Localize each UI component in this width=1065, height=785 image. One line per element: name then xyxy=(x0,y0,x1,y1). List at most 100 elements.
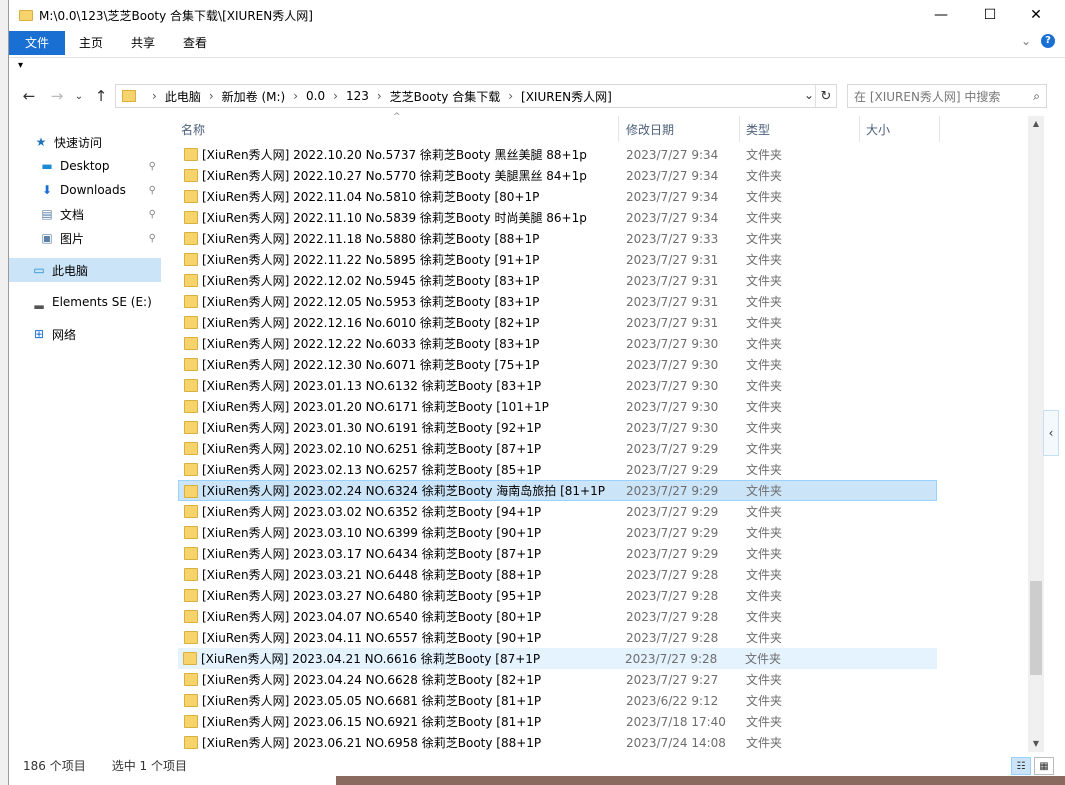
column-divider[interactable] xyxy=(618,116,619,142)
pin-icon[interactable]: ⚲ xyxy=(149,161,156,172)
file-name[interactable]: [XiuRen秀人网] 2022.12.16 No.6010 徐莉芝Booty … xyxy=(202,314,539,331)
file-name[interactable]: [XiuRen秀人网] 2022.11.10 No.5839 徐莉芝Booty … xyxy=(202,209,587,226)
scroll-up-icon[interactable]: ▲ xyxy=(1028,116,1044,132)
file-name[interactable]: [XiuRen秀人网] 2023.01.13 NO.6132 徐莉芝Booty … xyxy=(202,377,541,394)
recent-locations-button[interactable]: ⌄ xyxy=(69,86,89,106)
table-row[interactable]: [XiuRen秀人网] 2022.12.02 No.5945 徐莉芝Booty … xyxy=(169,270,1043,291)
file-name[interactable]: [XiuRen秀人网] 2022.11.22 No.5895 徐莉芝Booty … xyxy=(202,251,539,268)
table-row[interactable]: [XiuRen秀人网] 2022.11.22 No.5895 徐莉芝Booty … xyxy=(169,249,1043,270)
file-name[interactable]: [XiuRen秀人网] 2023.02.10 NO.6251 徐莉芝Booty … xyxy=(202,440,541,457)
file-name[interactable]: [XiuRen秀人网] 2022.12.30 No.6071 徐莉芝Booty … xyxy=(202,356,539,373)
search-input[interactable]: 在 [XIUREN秀人网] 中搜索 ⌕ xyxy=(847,84,1047,108)
table-row[interactable]: [XiuRen秀人网] 2023.04.11 NO.6557 徐莉芝Booty … xyxy=(169,627,1043,648)
pin-icon[interactable]: ⚲ xyxy=(149,185,156,196)
file-name[interactable]: [XiuRen秀人网] 2023.03.27 NO.6480 徐莉芝Booty … xyxy=(202,587,541,604)
file-name[interactable]: [XiuRen秀人网] 2022.11.18 No.5880 徐莉芝Booty … xyxy=(202,230,539,247)
file-name[interactable]: [XiuRen秀人网] 2022.10.20 No.5737 徐莉芝Booty … xyxy=(202,146,587,163)
forward-button[interactable]: → xyxy=(47,86,67,106)
file-name[interactable]: [XiuRen秀人网] 2023.01.30 NO.6191 徐莉芝Booty … xyxy=(202,419,541,436)
table-row[interactable]: [XiuRen秀人网] 2022.12.16 No.6010 徐莉芝Booty … xyxy=(169,312,1043,333)
column-header-type[interactable]: 类型 xyxy=(746,116,770,142)
breadcrumb-separator-icon[interactable]: › xyxy=(369,89,390,103)
file-name[interactable]: [XiuRen秀人网] 2023.04.07 NO.6540 徐莉芝Booty … xyxy=(202,608,541,625)
table-row[interactable]: [XiuRen秀人网] 2023.03.10 NO.6399 徐莉芝Booty … xyxy=(169,522,1043,543)
file-name[interactable]: [XiuRen秀人网] 2023.02.24 NO.6324 徐莉芝Booty … xyxy=(202,482,605,499)
sidebar-item[interactable]: ▣ 图片 ⚲ xyxy=(9,226,161,250)
breadcrumb-separator-icon[interactable]: › xyxy=(285,89,306,103)
table-row[interactable]: [XiuRen秀人网] 2022.10.27 No.5770 徐莉芝Booty … xyxy=(169,165,1043,186)
file-name[interactable]: [XiuRen秀人网] 2023.04.11 NO.6557 徐莉芝Booty … xyxy=(202,629,541,646)
file-name[interactable]: [XiuRen秀人网] 2022.12.22 No.6033 徐莉芝Booty … xyxy=(202,335,539,352)
sidebar-item[interactable]: ▭ 此电脑 xyxy=(9,258,161,282)
file-name[interactable]: [XiuRen秀人网] 2023.04.24 NO.6628 徐莉芝Booty … xyxy=(202,671,541,688)
table-row[interactable]: [XiuRen秀人网] 2023.04.07 NO.6540 徐莉芝Booty … xyxy=(169,606,1043,627)
column-divider[interactable] xyxy=(859,116,860,142)
scrollbar-thumb[interactable] xyxy=(1030,581,1042,675)
breadcrumb-folder-123[interactable]: 123 xyxy=(346,89,369,103)
breadcrumb-separator-icon[interactable]: › xyxy=(500,89,521,103)
file-name[interactable]: [XiuRen秀人网] 2023.05.05 NO.6681 徐莉芝Booty … xyxy=(202,692,541,709)
table-row[interactable]: [XiuRen秀人网] 2022.12.30 No.6071 徐莉芝Booty … xyxy=(169,354,1043,375)
file-name[interactable]: [XiuRen秀人网] 2022.12.05 No.5953 徐莉芝Booty … xyxy=(202,293,539,310)
pin-icon[interactable]: ⚲ xyxy=(149,209,156,220)
help-icon[interactable]: ? xyxy=(1041,34,1055,48)
table-row[interactable]: [XiuRen秀人网] 2022.11.18 No.5880 徐莉芝Booty … xyxy=(169,228,1043,249)
table-row[interactable]: [XiuRen秀人网] 2022.12.05 No.5953 徐莉芝Booty … xyxy=(169,291,1043,312)
table-row[interactable]: [XiuRen秀人网] 2023.01.30 NO.6191 徐莉芝Booty … xyxy=(169,417,1043,438)
breadcrumb-separator-icon[interactable]: › xyxy=(325,89,346,103)
breadcrumb-folder-0-0[interactable]: 0.0 xyxy=(306,89,325,103)
file-name[interactable]: [XiuRen秀人网] 2022.11.04 No.5810 徐莉芝Booty … xyxy=(202,188,539,205)
tab-share[interactable]: 共享 xyxy=(117,31,169,55)
file-name[interactable]: [XiuRen秀人网] 2023.03.21 NO.6448 徐莉芝Booty … xyxy=(202,566,541,583)
file-name[interactable]: [XiuRen秀人网] 2023.01.20 NO.6171 徐莉芝Booty … xyxy=(202,398,549,415)
table-row[interactable]: [XiuRen秀人网] 2023.03.17 NO.6434 徐莉芝Booty … xyxy=(169,543,1043,564)
table-row[interactable]: [XiuRen秀人网] 2023.03.02 NO.6352 徐莉芝Booty … xyxy=(169,501,1043,522)
back-button[interactable]: ← xyxy=(19,86,39,106)
details-view-button[interactable]: ☷ xyxy=(1011,757,1031,775)
sidebar-item[interactable]: ▤ 文档 ⚲ xyxy=(9,202,161,226)
table-row[interactable]: [XiuRen秀人网] 2023.05.05 NO.6681 徐莉芝Booty … xyxy=(169,690,1043,711)
tiles-view-button[interactable]: ▦ xyxy=(1034,757,1054,775)
tab-file[interactable]: 文件 xyxy=(9,31,66,55)
table-row[interactable]: [XiuRen秀人网] 2023.02.13 NO.6257 徐莉芝Booty … xyxy=(169,459,1043,480)
address-bar[interactable]: › 此电脑 › 新加卷 (M:) › 0.0 › 123 › 芝芝Booty 合… xyxy=(115,84,837,108)
table-row[interactable]: [XiuRen秀人网] 2023.03.21 NO.6448 徐莉芝Booty … xyxy=(169,564,1043,585)
column-divider[interactable] xyxy=(739,116,740,142)
expand-ribbon-icon[interactable]: ⌄ xyxy=(1021,34,1031,48)
table-row[interactable]: [XiuRen秀人网] 2023.04.21 NO.6616 徐莉芝Booty … xyxy=(178,648,937,669)
table-row[interactable]: [XiuRen秀人网] 2023.06.15 NO.6921 徐莉芝Booty … xyxy=(169,711,1043,732)
maximize-button[interactable]: ☐ xyxy=(967,0,1013,30)
column-divider[interactable] xyxy=(939,116,940,142)
sidebar-item[interactable]: ⊞ 网络 xyxy=(9,322,161,346)
table-row[interactable]: [XiuRen秀人网] 2022.11.10 No.5839 徐莉芝Booty … xyxy=(169,207,1043,228)
file-name[interactable]: [XiuRen秀人网] 2023.02.13 NO.6257 徐莉芝Booty … xyxy=(202,461,541,478)
sidebar-item[interactable]: ▬ Desktop ⚲ xyxy=(9,154,161,178)
table-row[interactable]: [XiuRen秀人网] 2023.02.10 NO.6251 徐莉芝Booty … xyxy=(169,438,1043,459)
file-name[interactable]: [XiuRen秀人网] 2023.03.10 NO.6399 徐莉芝Booty … xyxy=(202,524,541,541)
up-button[interactable]: ↑ xyxy=(91,86,111,106)
breadcrumb-volume[interactable]: 新加卷 (M:) xyxy=(222,88,286,105)
table-row[interactable]: [XiuRen秀人网] 2022.12.22 No.6033 徐莉芝Booty … xyxy=(169,333,1043,354)
close-button[interactable]: ✕ xyxy=(1013,0,1059,30)
breadcrumb-folder-collection[interactable]: 芝芝Booty 合集下载 xyxy=(390,88,501,105)
preview-pane-toggle[interactable]: ‹ xyxy=(1043,410,1059,456)
pin-icon[interactable]: ⚲ xyxy=(149,233,156,244)
minimize-button[interactable]: — xyxy=(918,0,964,30)
column-header-date[interactable]: 修改日期 xyxy=(626,116,674,142)
refresh-button[interactable]: ↻ xyxy=(815,85,836,107)
file-name[interactable]: [XiuRen秀人网] 2023.03.17 NO.6434 徐莉芝Booty … xyxy=(202,545,541,562)
file-name[interactable]: [XiuRen秀人网] 2023.06.15 NO.6921 徐莉芝Booty … xyxy=(202,713,541,730)
vertical-scrollbar[interactable]: ▲ ▼ xyxy=(1028,116,1044,752)
column-header-size[interactable]: 大小 xyxy=(866,116,890,142)
quick-access-toolbar-dropdown[interactable]: ▾ xyxy=(18,60,23,71)
breadcrumb-separator-icon[interactable]: › xyxy=(144,89,165,103)
breadcrumb-this-pc[interactable]: 此电脑 xyxy=(165,88,201,105)
sidebar-item[interactable]: ⬇ Downloads ⚲ xyxy=(9,178,161,202)
file-name[interactable]: [XiuRen秀人网] 2023.03.02 NO.6352 徐莉芝Booty … xyxy=(202,503,541,520)
table-row[interactable]: [XiuRen秀人网] 2023.04.24 NO.6628 徐莉芝Booty … xyxy=(169,669,1043,690)
file-name[interactable]: [XiuRen秀人网] 2023.06.21 NO.6958 徐莉芝Booty … xyxy=(202,734,541,751)
sidebar-item[interactable]: ★ 快速访问 xyxy=(9,130,161,154)
table-row[interactable]: [XiuRen秀人网] 2023.03.27 NO.6480 徐莉芝Booty … xyxy=(169,585,1043,606)
sidebar-item[interactable]: ▂ Elements SE (E:) xyxy=(9,290,161,314)
table-row[interactable]: [XiuRen秀人网] 2023.06.21 NO.6958 徐莉芝Booty … xyxy=(169,732,1043,752)
